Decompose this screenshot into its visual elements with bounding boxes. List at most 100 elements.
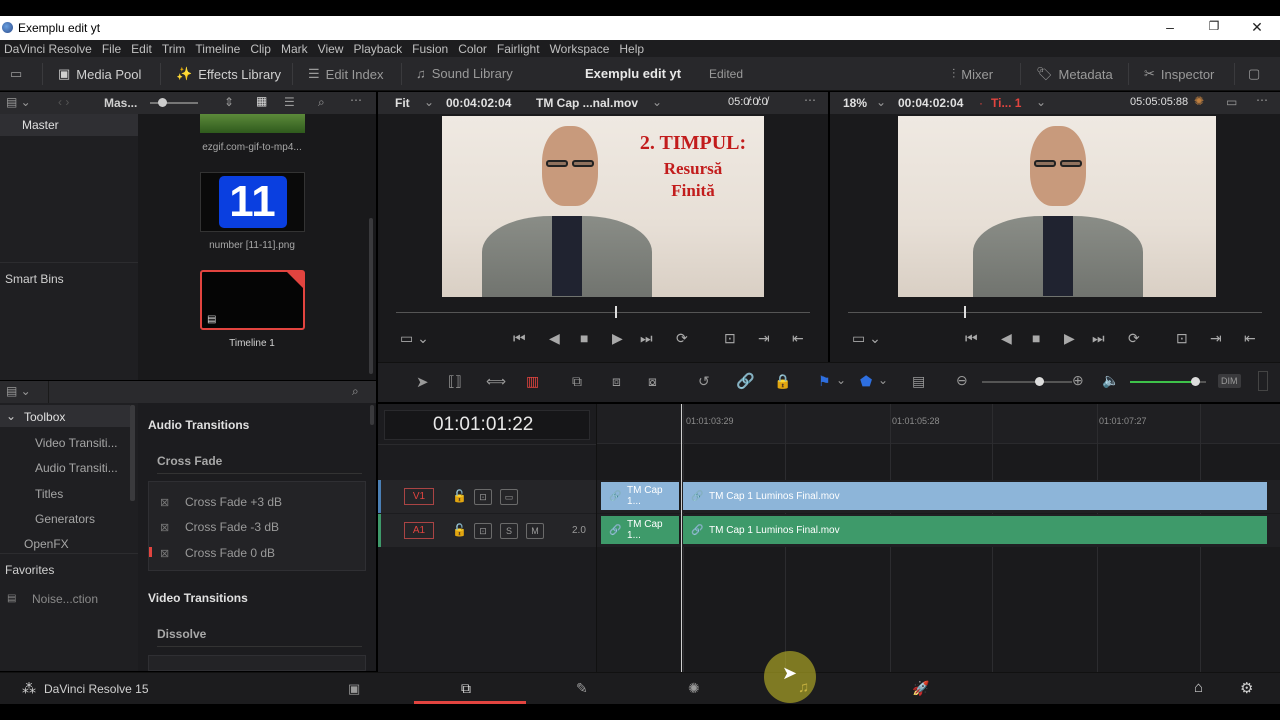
dim-button[interactable]: DIM [1218,374,1241,388]
timeline-view-icon[interactable]: ▤ [912,373,925,390]
clip-grid-scrollbar[interactable] [369,218,373,374]
bin-list-icon[interactable]: ▤ ⌄ [6,95,31,109]
stop-icon[interactable]: ■ [1032,330,1040,346]
view-options-icon[interactable]: ▭ ⌄ [400,330,429,347]
a1-label[interactable]: A1 [404,522,434,539]
timeline-viewer-zoom[interactable]: 18% [843,96,867,110]
effects-panel-icon[interactable]: ▤ ⌄ [6,384,31,398]
tree-generators[interactable]: Generators [35,512,95,526]
more-options-icon[interactable]: ⋯ [804,93,816,107]
video-clip[interactable]: 🔗 TM Cap 1... [601,482,681,510]
audio-clip[interactable]: 🔗 TM Cap 1 Luminos Final.mov [683,516,1267,544]
audio-clip[interactable]: 🔗 TM Cap 1... [601,516,681,544]
color-wheel-icon[interactable]: ✺ [1194,94,1204,108]
media-page-icon[interactable]: ▣ [348,681,360,697]
minimize-icon[interactable]: – [1160,19,1180,35]
menu-help[interactable]: Help [619,42,644,56]
mark-in-icon[interactable]: ⇥ [1210,330,1222,347]
snapping-icon[interactable]: ↺ [698,373,710,390]
menu-playback[interactable]: Playback [353,42,402,56]
menu-color[interactable]: Color [458,42,487,56]
solo-button[interactable]: S [500,523,518,539]
play-reverse-icon[interactable]: ◀ [549,330,560,347]
timeline-name[interactable]: Ti... 1 [991,96,1021,110]
menu-clip[interactable]: Clip [250,42,271,56]
lock-icon[interactable]: 🔓 [452,523,467,537]
zoom-out-icon[interactable]: ⊖ [956,372,968,389]
flag-icon[interactable]: ⚑ [818,373,831,390]
lock-icon[interactable]: 🔓 [452,489,467,503]
zoom-in-icon[interactable]: ⊕ [1072,372,1084,389]
timeline-scrubber[interactable] [848,312,1262,313]
inspector-button[interactable]: ✂ Inspector [1144,66,1214,82]
favorites-header[interactable]: Favorites [5,563,54,577]
cinema-mode-icon[interactable]: ▭ [1226,95,1237,109]
effects-library-button[interactable]: ✨ Effects Library [176,66,281,82]
color-page-icon[interactable]: ✺ [688,680,700,697]
cross-fade-minus3[interactable]: Cross Fade -3 dB [185,520,279,534]
chevron-down-icon[interactable]: ⌄ [878,373,888,387]
more-options-icon[interactable]: ⋯ [1256,93,1268,107]
mark-out-icon[interactable]: ⇤ [792,330,804,347]
more-options-icon[interactable]: ⋯ [350,93,362,107]
chevron-down-icon[interactable]: ⌄ [1036,95,1046,109]
fusion-page-icon[interactable]: ✎ [576,680,588,697]
insert-clip-icon[interactable]: ⧉ [572,373,582,390]
source-scrubber[interactable] [396,312,810,313]
menu-trim[interactable]: Trim [162,42,186,56]
fairlight-page-icon[interactable]: ♫ [798,679,809,696]
monitor-icon[interactable]: ▭ [10,66,22,82]
tree-video-transitions[interactable]: Video Transiti... [35,436,118,450]
source-playhead[interactable] [615,306,618,318]
dynamic-trim-icon[interactable]: ⟺ [486,373,506,390]
lock-icon[interactable]: 🔒 [774,373,791,390]
track-visibility-icon[interactable]: ▭ [500,489,518,505]
timeline-playhead[interactable] [681,404,682,672]
menu-mark[interactable]: Mark [281,42,308,56]
razor-icon[interactable]: ▥ [526,373,539,390]
menu-edit[interactable]: Edit [131,42,152,56]
effects-list-scrollbar[interactable] [370,405,374,425]
skip-forward-icon[interactable]: ⏭ [1092,330,1105,347]
menu-fusion[interactable]: Fusion [412,42,448,56]
auto-select-icon[interactable]: ⊡ [474,489,492,505]
cross-fade-0[interactable]: Cross Fade 0 dB [185,546,275,560]
selection-tool-icon[interactable]: ➤ [416,373,429,391]
favorite-item[interactable]: Noise...ction [32,592,98,606]
source-zoom[interactable]: Fit [395,96,410,110]
overwrite-clip-icon[interactable]: ⧈ [612,373,621,390]
chevron-down-icon[interactable]: ⌄ [836,373,846,387]
volume-icon[interactable]: 🔈 [1102,372,1119,389]
media-pool-button[interactable]: ▣ Media Pool [58,66,141,82]
collapse-icon[interactable]: ⌄ [6,409,16,423]
smart-bins-header[interactable]: Smart Bins [5,272,64,286]
clip-thumbnail-number[interactable]: 11 [200,172,305,232]
edit-page-icon[interactable]: ⧉ [461,680,471,697]
chevron-down-icon[interactable]: ⌄ [652,95,662,109]
clip-thumbnail-gif[interactable] [200,114,305,133]
stop-icon[interactable]: ■ [580,330,588,346]
play-reverse-icon[interactable]: ◀ [1001,330,1012,347]
close-icon[interactable]: ✕ [1247,19,1267,36]
chevron-down-icon[interactable]: ⌄ [424,95,434,109]
skip-forward-icon[interactable]: ⏭ [640,330,653,347]
metadata-button[interactable]: 🏷 Metadata [1036,66,1113,82]
mark-in-icon[interactable]: ⇥ [758,330,770,347]
gear-icon[interactable]: ⚙ [1240,679,1253,697]
mute-button[interactable]: M [526,523,544,539]
zoom-slider[interactable] [982,381,1072,383]
auto-select-icon[interactable]: ⊡ [474,523,492,539]
menu-file[interactable]: File [102,42,121,56]
v1-label[interactable]: V1 [404,488,434,505]
list-view-icon[interactable]: ☰ [284,95,295,109]
timeline-viewer-playhead[interactable] [963,306,966,318]
edit-index-button[interactable]: ☰ Edit Index [308,66,383,82]
restore-icon[interactable]: ❐ [1204,19,1224,33]
tree-openfx[interactable]: OpenFX [24,537,69,551]
zoom-handle[interactable] [1035,377,1044,386]
effects-tree-scrollbar[interactable] [130,405,135,501]
marker-icon[interactable]: ⬟ [860,373,872,390]
loop-icon[interactable]: ⟳ [676,330,688,347]
cross-fade-plus3[interactable]: Cross Fade +3 dB [185,495,282,509]
menu-workspace[interactable]: Workspace [550,42,610,56]
